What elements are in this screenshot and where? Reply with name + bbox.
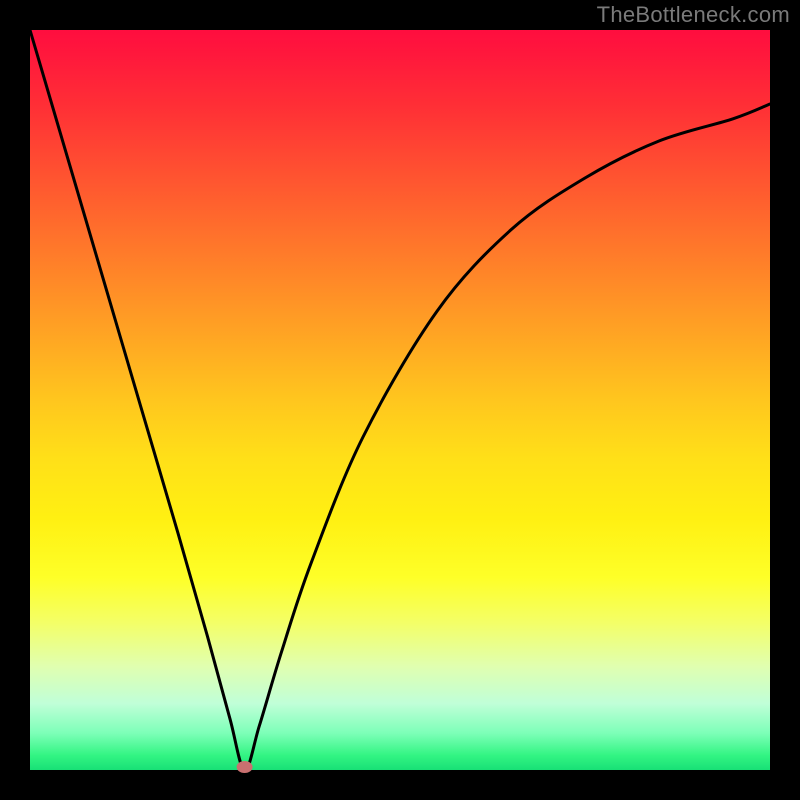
curve-svg (30, 30, 770, 770)
bottleneck-curve (30, 30, 770, 770)
watermark-text: TheBottleneck.com (597, 2, 790, 28)
minimum-dot (237, 761, 253, 773)
chart-frame: TheBottleneck.com (0, 0, 800, 800)
plot-area (30, 30, 770, 770)
